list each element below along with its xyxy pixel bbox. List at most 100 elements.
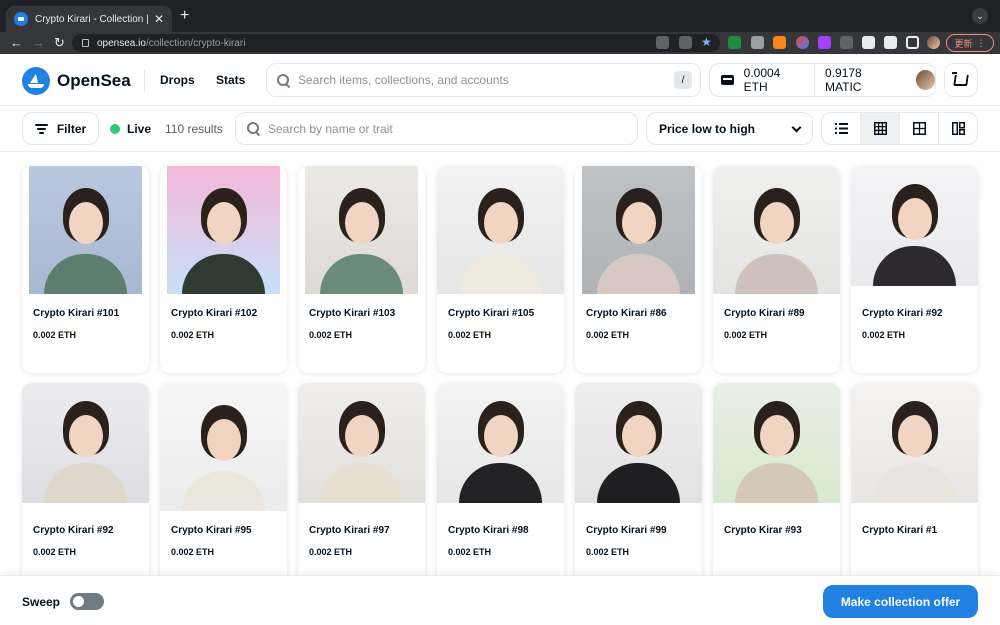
view-mode-toggle — [821, 112, 978, 145]
new-tab-icon[interactable]: + — [180, 6, 189, 26]
nft-image[interactable] — [22, 166, 149, 294]
nft-card[interactable]: Crypto Kirari #92 0.002 ETH — [851, 166, 978, 373]
nft-card[interactable]: Crypto Kirari #95 0.002 ETH — [160, 383, 287, 590]
extension-icon[interactable] — [840, 36, 853, 49]
nft-image[interactable] — [575, 383, 702, 503]
nav-drops[interactable]: Drops — [160, 73, 195, 87]
masonry-view-button[interactable] — [939, 113, 977, 144]
small-grid-view-button[interactable] — [861, 113, 900, 144]
share-icon[interactable] — [679, 36, 692, 49]
extension-icon[interactable] — [796, 36, 809, 49]
translate-icon[interactable] — [656, 36, 669, 49]
nft-card[interactable]: Crypto Kirari #86 0.002 ETH — [575, 166, 702, 373]
global-search-input[interactable] — [298, 73, 674, 87]
reading-list-icon[interactable] — [884, 36, 897, 49]
nft-price: 0.002 ETH — [448, 330, 492, 340]
filter-button[interactable]: Filter — [22, 112, 99, 145]
cart-button[interactable] — [944, 63, 978, 97]
nft-card[interactable]: Crypto Kirari #89 0.002 ETH — [713, 166, 840, 373]
nft-image[interactable] — [298, 166, 425, 294]
eth-balance: 0.0004 ETH — [743, 66, 781, 94]
nft-name: Crypto Kirari #89 — [724, 308, 805, 319]
reload-icon[interactable]: ↻ — [54, 35, 65, 51]
person-face — [484, 415, 518, 457]
sweep-toggle[interactable] — [70, 593, 104, 610]
nft-image[interactable] — [22, 383, 149, 503]
nft-image[interactable] — [437, 383, 564, 503]
nft-image[interactable] — [851, 166, 978, 286]
sort-dropdown[interactable]: Price low to high — [646, 112, 813, 145]
side-panel-icon[interactable] — [906, 36, 919, 49]
nav-stats[interactable]: Stats — [216, 73, 245, 87]
nft-card[interactable]: Crypto Kirari #99 0.002 ETH — [575, 383, 702, 590]
extensions-puzzle-icon[interactable] — [862, 36, 875, 49]
nft-image[interactable] — [437, 166, 564, 294]
nft-image[interactable] — [713, 383, 840, 503]
opensea-logo-icon[interactable] — [22, 67, 50, 95]
tab-search-icon[interactable]: ⌄ — [972, 8, 988, 24]
brand-name[interactable]: OpenSea — [57, 71, 131, 91]
nft-image[interactable] — [298, 383, 425, 503]
tab-title: Crypto Kirari - Collection | OpenSea — [35, 13, 148, 25]
nft-price: 0.002 ETH — [171, 547, 215, 557]
nft-price: 0.002 ETH — [171, 330, 215, 340]
nft-price: 0.002 ETH — [586, 547, 630, 557]
large-grid-view-button[interactable] — [900, 113, 939, 144]
nft-image[interactable] — [160, 383, 287, 511]
url-field[interactable]: opensea.io /collection/crypto-kirari — [72, 34, 720, 52]
extension-icon[interactable] — [818, 36, 831, 49]
nft-card[interactable]: Crypto Kirari #105 0.002 ETH — [437, 166, 564, 373]
matic-balance: 0.9178 MATIC — [825, 66, 862, 94]
list-view-button[interactable] — [822, 113, 861, 144]
nft-card[interactable]: Crypto Kirari #103 0.002 ETH — [298, 166, 425, 373]
extension-icon[interactable] — [728, 36, 741, 49]
small-grid-icon — [873, 122, 887, 135]
nft-card[interactable]: Crypto Kirar #93Last sale: <0.01 ETH — [713, 383, 840, 590]
metamask-icon[interactable] — [773, 36, 786, 49]
browser-update-button[interactable]: 更新 ⋮ — [946, 34, 994, 52]
back-icon[interactable]: ← — [10, 35, 23, 51]
nft-name: Crypto Kirari #101 — [33, 308, 120, 319]
trait-search[interactable] — [235, 112, 638, 145]
nft-image[interactable] — [575, 166, 702, 294]
trait-search-input[interactable] — [268, 121, 637, 136]
results-count: 110 results — [165, 122, 223, 136]
make-collection-offer-button[interactable]: Make collection offer — [823, 585, 978, 618]
nft-image[interactable] — [160, 166, 287, 294]
address-bar: ← → ↻ opensea.io /collection/crypto-kira… — [0, 32, 1000, 54]
nft-card[interactable]: Crypto Kirari #101 0.002 ETH — [22, 166, 149, 373]
profile-avatar-icon[interactable] — [927, 36, 940, 49]
bookmark-star-icon[interactable]: ★ — [701, 36, 714, 49]
nft-price: 0.002 ETH — [862, 330, 906, 340]
browser-tab[interactable]: Crypto Kirari - Collection | OpenSea ✕ — [6, 6, 172, 32]
nft-price: 0.002 ETH — [33, 547, 77, 557]
nft-card[interactable]: Crypto Kirari #102 0.002 ETH — [160, 166, 287, 373]
person-face — [207, 202, 241, 244]
url-host: opensea.io — [97, 37, 146, 49]
filter-label: Filter — [56, 121, 87, 136]
forward-icon[interactable]: → — [32, 35, 45, 51]
nft-image[interactable] — [851, 383, 978, 503]
tab-close-icon[interactable]: ✕ — [154, 12, 164, 26]
lock-icon — [82, 39, 89, 47]
nft-name: Crypto Kirar #93 — [724, 525, 802, 536]
global-search[interactable]: / — [266, 63, 701, 97]
nft-image[interactable] — [713, 166, 840, 294]
nft-card[interactable]: Crypto Kirari #97 0.002 ETH — [298, 383, 425, 590]
nft-name: Crypto Kirari #92 — [33, 525, 114, 536]
wallet-balance[interactable]: 0.0004 ETH 0.9178 MATIC — [709, 63, 936, 97]
footer-bar: Sweep Make collection offer — [0, 575, 1000, 625]
extension-icon[interactable] — [751, 36, 764, 49]
collection-toolbar: Filter Live 110 results Price low to hig… — [0, 106, 1000, 152]
person-face — [207, 419, 241, 461]
nft-name: Crypto Kirari #105 — [448, 308, 535, 319]
nft-name: Crypto Kirari #103 — [309, 308, 396, 319]
nft-card[interactable]: Crypto Kirari #1Last sale: 0.02 ETH — [851, 383, 978, 590]
nft-card[interactable]: Crypto Kirari #92 0.002 ETH — [22, 383, 149, 590]
nft-name: Crypto Kirari #102 — [171, 308, 258, 319]
user-avatar[interactable] — [915, 70, 935, 90]
person-face — [760, 415, 794, 457]
update-label: 更新 — [954, 38, 973, 49]
browser-tab-bar: Crypto Kirari - Collection | OpenSea ✕ +… — [0, 0, 1000, 32]
nft-card[interactable]: Crypto Kirari #98 0.002 ETH — [437, 383, 564, 590]
